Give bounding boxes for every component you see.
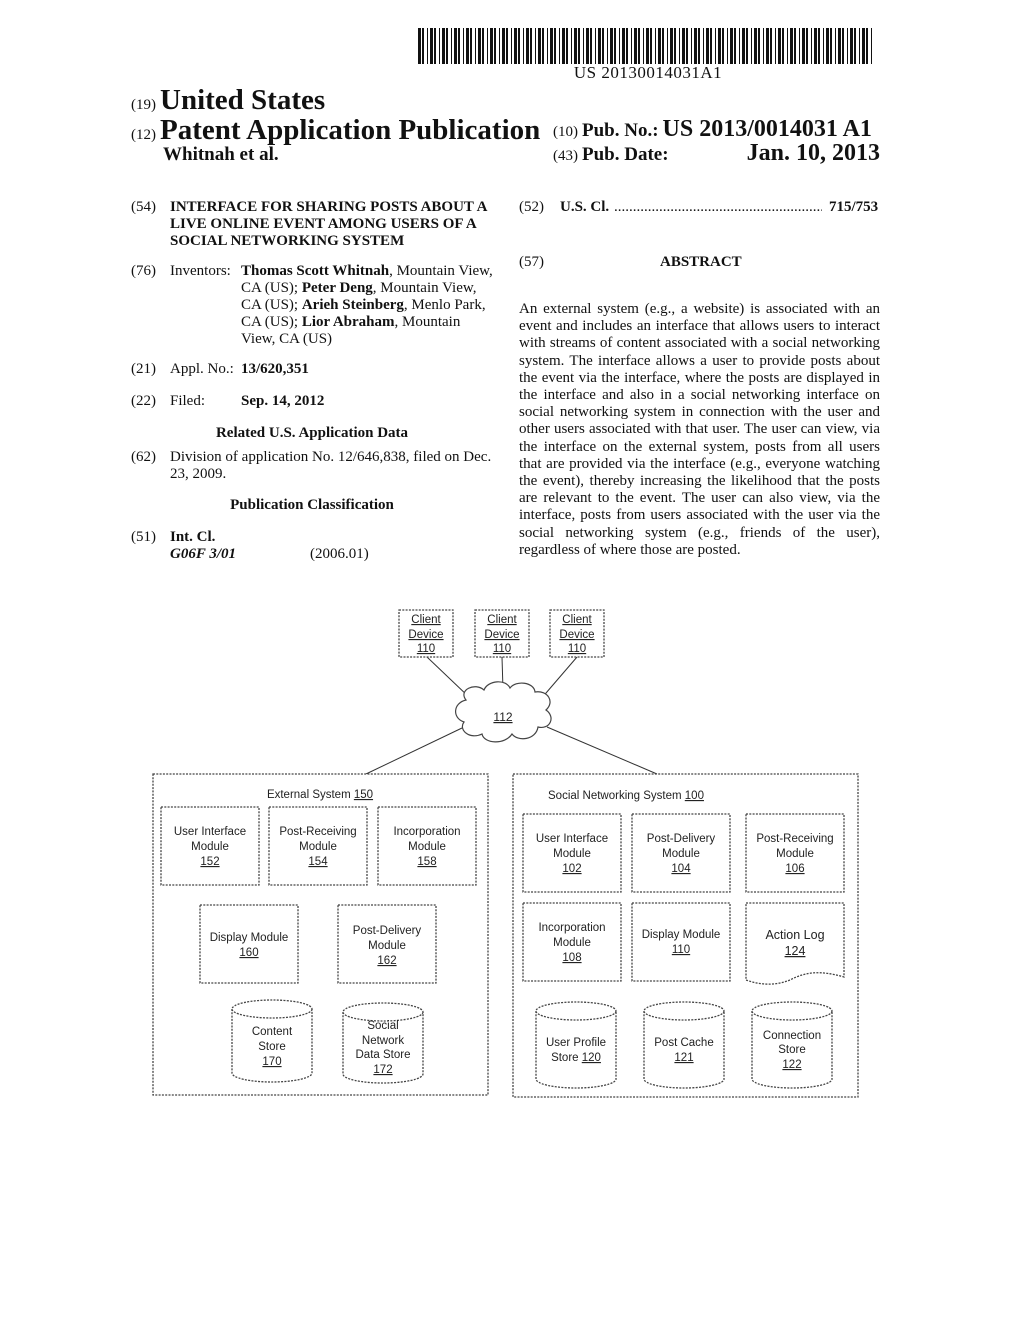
store-label: Network — [362, 1035, 404, 1047]
module-ref: 102 — [562, 863, 581, 875]
module-label: User Interface — [174, 826, 246, 838]
client-ref: 110 — [493, 643, 511, 655]
store-label: Social — [367, 1020, 398, 1032]
module-box: Post-Receiving Module 106 — [745, 813, 845, 893]
connector-line — [546, 726, 658, 775]
module-box: Incorporation Module 108 — [522, 902, 622, 982]
module-box: Display Module 110 — [631, 902, 731, 982]
module-label: Display Module — [210, 932, 289, 944]
module-box: Post-Delivery Module 104 — [631, 813, 731, 893]
module-label: Incorporation — [393, 826, 460, 838]
store-label: Connection — [763, 1030, 821, 1042]
module-label: Action Log — [765, 928, 824, 942]
store-ref: 121 — [674, 1052, 693, 1064]
client-device: Client Device 110 — [398, 609, 454, 658]
module-label: Module — [553, 937, 591, 949]
module-label: Post-Delivery — [647, 833, 716, 845]
module-label: Module — [408, 841, 446, 853]
client-label: Device — [559, 629, 594, 641]
module-ref: 160 — [239, 947, 258, 959]
connector-line — [426, 656, 471, 699]
store-label: Store 120 — [551, 1052, 601, 1064]
store-label: Data Store — [356, 1049, 411, 1061]
client-device: Client Device 110 — [474, 609, 530, 658]
module-label: User Interface — [536, 833, 608, 845]
client-label: Client — [487, 614, 517, 626]
store-ref: 122 — [782, 1059, 801, 1071]
network-ref: 112 — [493, 710, 512, 724]
module-box: User Interface Module 152 — [160, 806, 260, 886]
module-ref: 152 — [200, 856, 219, 868]
database-cylinder-icon: Social Network Data Store 172 — [342, 1002, 424, 1084]
module-ref: 106 — [785, 863, 804, 875]
database-cylinder-icon: User Profile Store 120 — [535, 1001, 617, 1089]
module-ref: 158 — [417, 856, 436, 868]
module-ref: 154 — [308, 856, 328, 868]
module-label: Module — [662, 848, 700, 860]
module-label: Module — [299, 841, 337, 853]
module-ref: 108 — [562, 952, 581, 964]
module-label: Post-Delivery — [353, 925, 422, 937]
store-ref: 170 — [262, 1056, 281, 1068]
module-label: Module — [776, 848, 814, 860]
module-ref: 162 — [377, 955, 396, 967]
store-label: Post Cache — [654, 1037, 713, 1049]
store-ref: 172 — [373, 1064, 392, 1076]
module-label: Module — [191, 841, 229, 853]
social-system-title: Social Networking System 100 — [548, 790, 704, 802]
module-box: User Interface Module 102 — [522, 813, 622, 893]
client-label: Device — [408, 629, 443, 641]
document-log-icon: Action Log 124 — [745, 902, 845, 985]
module-ref: 110 — [672, 944, 690, 956]
client-label: Client — [411, 614, 441, 626]
database-cylinder-icon: Connection Store 122 — [751, 1001, 833, 1089]
module-label: Incorporation — [538, 922, 605, 934]
social-networking-system: Social Networking System 100 User Interf… — [512, 773, 859, 1098]
client-label: Client — [562, 614, 592, 626]
store-label: Content — [252, 1026, 293, 1038]
network-cloud-icon: 112 — [455, 681, 552, 743]
module-label: Post-Receiving — [756, 833, 833, 845]
module-label: Display Module — [642, 929, 721, 941]
database-cylinder-icon: Post Cache 121 — [643, 1001, 725, 1089]
client-device: Client Device 110 — [549, 609, 605, 658]
external-system: External System 150 User Interface Modul… — [152, 773, 489, 1096]
module-box: Post-Delivery Module 162 — [337, 904, 437, 984]
module-ref: 124 — [785, 944, 806, 958]
module-box: Display Module 160 — [199, 904, 299, 984]
connector-line — [365, 727, 463, 775]
module-label: Post-Receiving — [279, 826, 356, 838]
system-diagram: Client Device 110 Client Device 110 Clie… — [152, 609, 859, 1098]
store-label: Store — [258, 1041, 286, 1053]
store-label: User Profile — [546, 1037, 606, 1049]
database-cylinder-icon: Content Store 170 — [231, 999, 313, 1083]
client-ref: 110 — [417, 643, 435, 655]
module-label: Module — [553, 848, 591, 860]
module-ref: 104 — [671, 863, 691, 875]
client-label: Device — [484, 629, 519, 641]
module-label: Module — [368, 940, 406, 952]
module-box: Post-Receiving Module 154 — [268, 806, 368, 886]
module-box: Incorporation Module 158 — [377, 806, 477, 886]
external-system-title: External System 150 — [267, 789, 373, 801]
client-ref: 110 — [568, 643, 586, 655]
store-label: Store — [778, 1044, 806, 1056]
